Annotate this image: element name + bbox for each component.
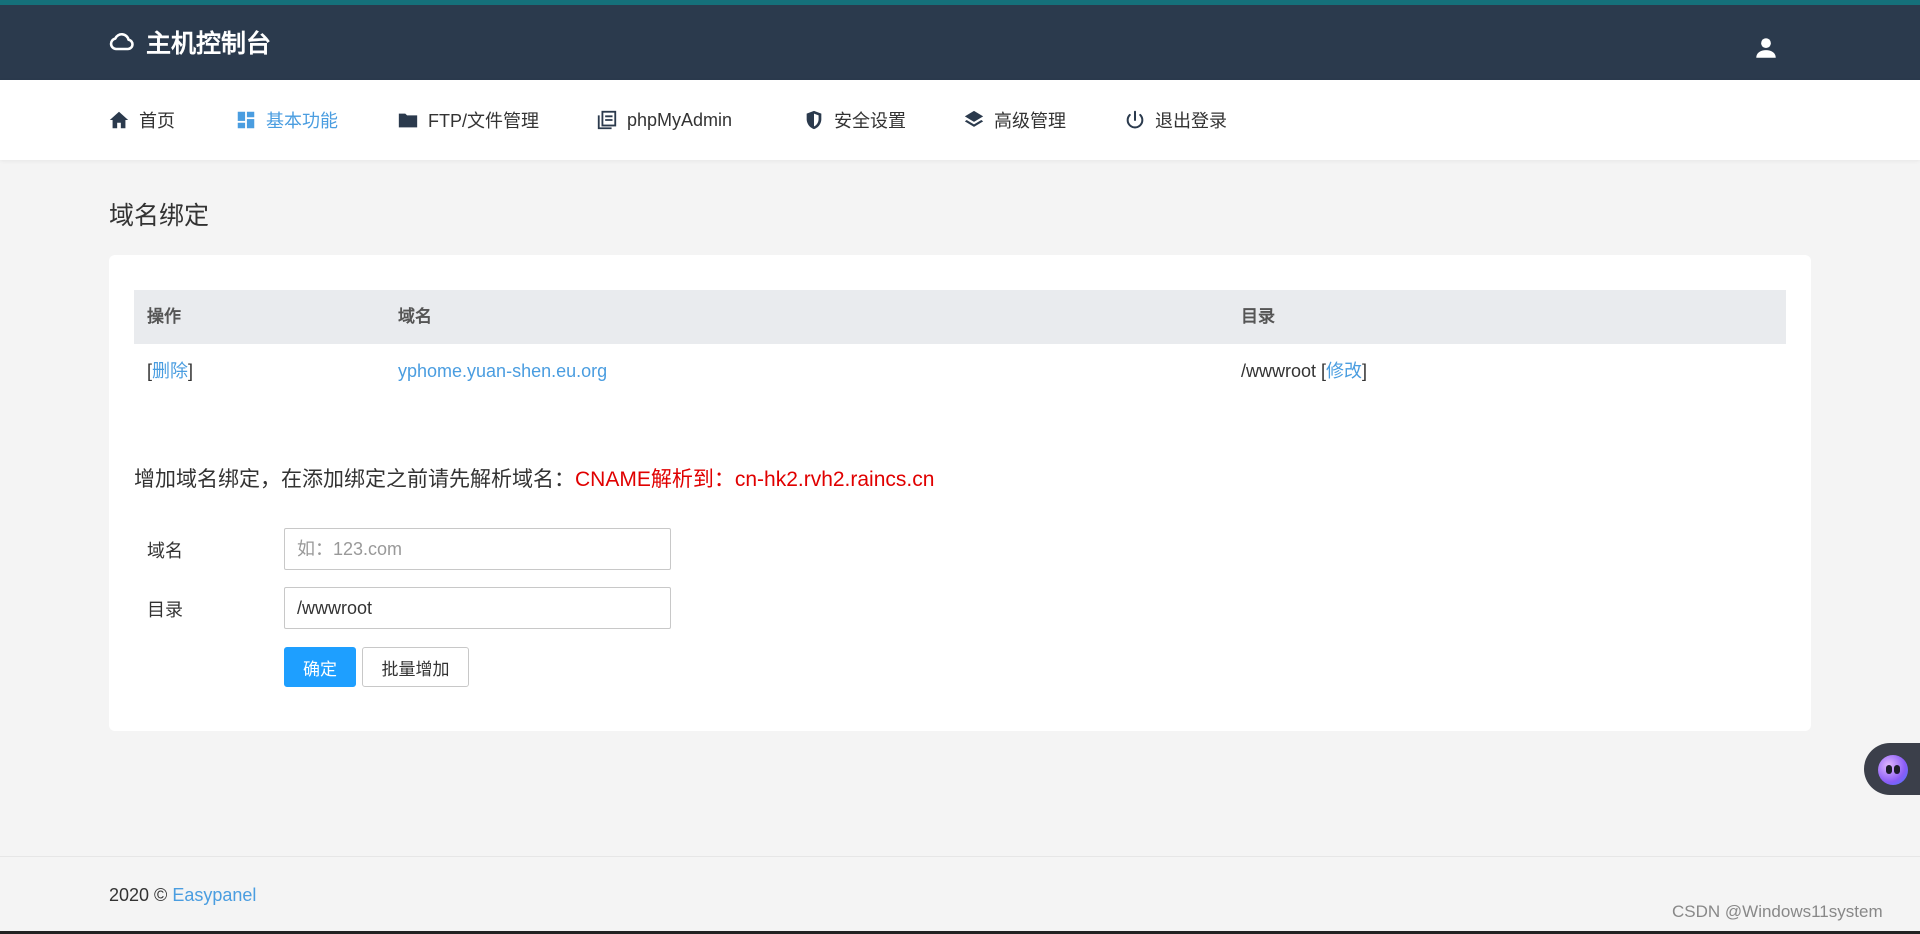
user-icon[interactable] [1753, 35, 1779, 61]
nav-item-basic[interactable]: 基本功能 [235, 80, 338, 160]
domain-link[interactable]: yphome.yuan-shen.eu.org [398, 344, 607, 398]
nav-item-label: phpMyAdmin [627, 109, 733, 130]
domain-binding-card: 操作 域名 目录 [删除] yphome.yuan-shen.eu.org /w… [109, 255, 1811, 731]
nav-item-label: 首页 [139, 111, 175, 131]
dashboard-icon [237, 111, 255, 129]
nav-item-ftp[interactable]: FTP/文件管理 [397, 80, 539, 160]
dir-input[interactable] [284, 587, 671, 629]
assistant-eye [1894, 765, 1900, 774]
footer: 2020 © Easypanel [0, 856, 1920, 934]
book-icon [597, 110, 617, 130]
nav-item-logout[interactable]: 退出登录 [1124, 80, 1227, 160]
top-header: 主机控制台 [0, 0, 1920, 80]
dir-cell: /wwwroot [修改] [1241, 361, 1368, 381]
domain-input[interactable] [284, 528, 671, 570]
cloud-icon [109, 33, 134, 51]
brand-title: 主机控制台 [146, 30, 272, 58]
power-icon [1126, 110, 1144, 129]
watermark: CSDN @Windows11system [1672, 902, 1883, 921]
home-icon [109, 111, 129, 129]
column-header-dir: 目录 [1241, 307, 1275, 326]
nav-item-label: 退出登录 [1155, 111, 1227, 131]
submit-button[interactable]: 确定 [284, 647, 356, 687]
nav-item-label: 安全设置 [834, 111, 906, 131]
nav-item-label: 基本功能 [266, 111, 338, 131]
nav-item-phpmyadmin[interactable]: phpMyAdmin [596, 80, 732, 160]
assistant-eye [1886, 765, 1892, 774]
modify-link[interactable]: 修改 [1326, 361, 1362, 381]
footer-copyright: 2020 © Easypanel [109, 885, 256, 906]
table-header: 操作 域名 目录 [134, 290, 1786, 344]
domain-label: 域名 [147, 541, 183, 561]
column-header-domain: 域名 [398, 307, 432, 326]
nav-item-home[interactable]: 首页 [108, 80, 175, 160]
copyright-text: 2020 © [109, 885, 168, 905]
assistant-float-button[interactable] [1864, 743, 1920, 795]
shield-icon [806, 110, 822, 130]
layers-icon [964, 110, 984, 127]
nav-item-label: 高级管理 [994, 111, 1066, 131]
nav-item-advanced[interactable]: 高级管理 [963, 80, 1066, 160]
column-header-action: 操作 [147, 307, 181, 326]
dir-label: 目录 [147, 600, 183, 620]
nav-item-security[interactable]: 安全设置 [803, 80, 906, 160]
delete-link[interactable]: 删除 [152, 361, 188, 381]
easypanel-link[interactable]: Easypanel [172, 885, 256, 905]
folder-icon [398, 113, 418, 128]
main-nav: 首页 基本功能 FTP/文件管理 phpMyAdmin 安全设置 高级管理 退出… [0, 80, 1920, 160]
brand[interactable]: 主机控制台 [108, 27, 272, 58]
notice-text: 增加域名绑定，在添加绑定之前请先解析域名： [134, 468, 575, 491]
table-row: [删除] yphome.yuan-shen.eu.org /wwwroot [修… [134, 344, 1786, 398]
binding-notice: 增加域名绑定，在添加绑定之前请先解析域名：CNAME解析到：cn-hk2.rvh… [134, 463, 934, 493]
assistant-icon [1878, 755, 1908, 785]
batch-add-button[interactable]: 批量增加 [362, 647, 469, 687]
dir-value: /wwwroot [1241, 361, 1317, 381]
nav-item-label: FTP/文件管理 [428, 111, 539, 131]
action-cell: [删除] [147, 361, 194, 381]
page-title: 域名绑定 [109, 202, 210, 230]
cname-notice: CNAME解析到：cn-hk2.rvh2.raincs.cn [575, 468, 935, 491]
